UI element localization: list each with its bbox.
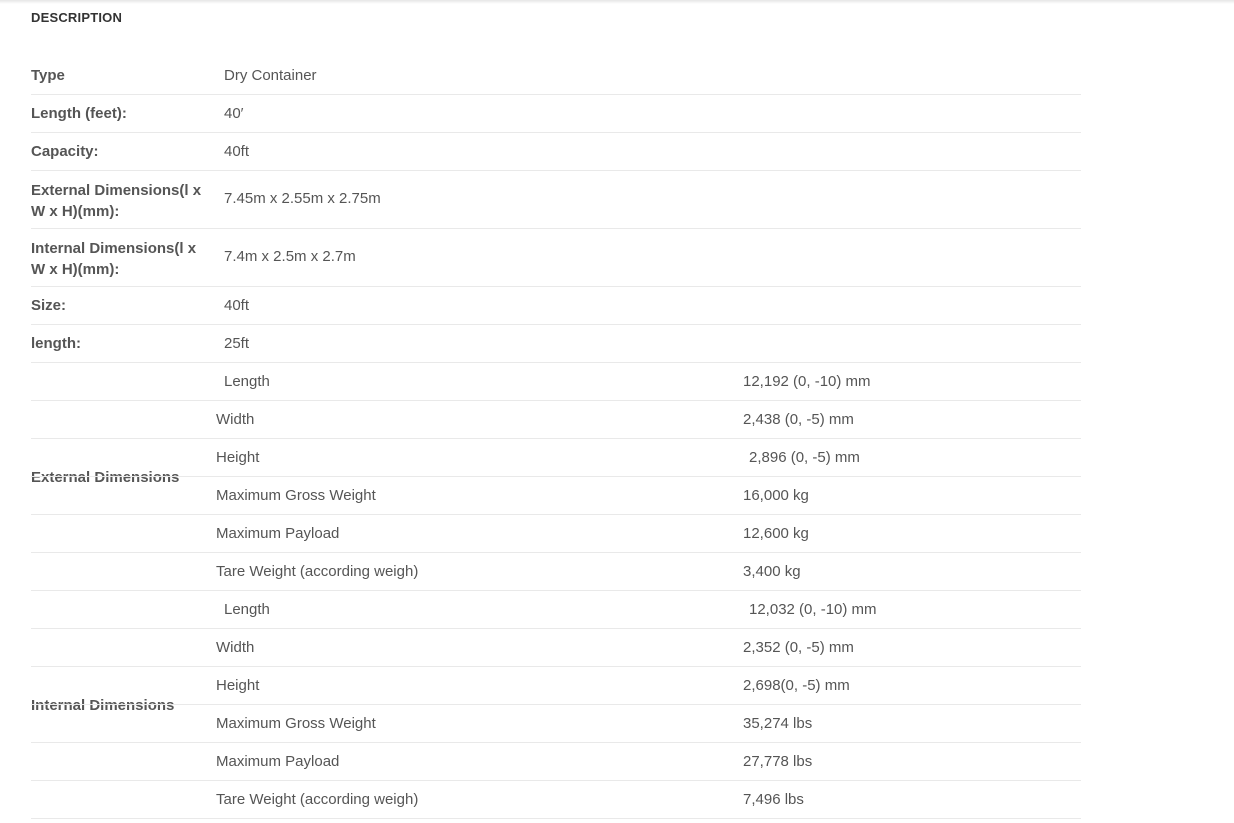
dimension-name: Length [224, 601, 270, 618]
dimension-name: Tare Weight (according weigh) [216, 791, 419, 808]
external-row-tare-weight: Tare Weight (according weigh) 3,400 kg [31, 553, 1081, 591]
spec-label: Internal Dimensions(l x W x H)(mm): [31, 240, 197, 278]
dimension-value: 12,032 (0, -10) mm [749, 601, 877, 618]
dimension-name: Maximum Payload [216, 525, 340, 542]
external-row-max-payload: Maximum Payload 12,600 kg [31, 515, 1081, 553]
spec-row-internal-dimensions: Internal Dimensions(l x W x H)(mm): 7.4m… [31, 229, 1081, 287]
description-tab-title[interactable]: DESCRIPTION [31, 10, 122, 25]
spec-value: Dry Container [224, 67, 317, 84]
spec-label: Capacity: [31, 143, 99, 160]
dimension-value: 2,698(0, -5) mm [743, 677, 850, 694]
external-row-width: Width 2,438 (0, -5) mm [31, 401, 1081, 439]
spec-value: 7.4m x 2.5m x 2.7m [224, 248, 356, 265]
external-row-height: Height 2,896 (0, -5) mm [31, 439, 1081, 477]
dimension-name: Maximum Gross Weight [216, 715, 376, 732]
dimension-name: Length [224, 373, 270, 390]
spec-value: 7.45m x 2.55m x 2.75m [224, 190, 381, 207]
dimension-value: 16,000 kg [743, 487, 809, 504]
spec-value: 40ft [224, 297, 250, 314]
spec-label: Type [31, 67, 65, 84]
dimension-name: Height [216, 677, 260, 694]
dimension-name: Tare Weight (according weigh) [216, 563, 419, 580]
dimension-name: Height [216, 449, 260, 466]
spec-row-external-dimensions: External Dimensions(l x W x H)(mm): 7.45… [31, 171, 1081, 229]
spec-value: 25ft [224, 335, 250, 352]
dimension-value: 2,896 (0, -5) mm [749, 449, 860, 466]
external-dimensions-group: External Dimensions Length 12,192 (0, -1… [31, 363, 1081, 591]
spec-row-length: length: 25ft [31, 325, 1081, 363]
dimension-value: 2,352 (0, -5) mm [743, 639, 854, 656]
dimension-value: 12,600 kg [743, 525, 809, 542]
spec-row-length-feet: Length (feet): 40′ [31, 95, 1081, 133]
dimension-value: 12,192 (0, -10) mm [743, 373, 871, 390]
dimension-name: Width [216, 411, 255, 428]
spec-value: 40ft [224, 143, 250, 160]
dimension-value: 7,496 lbs [743, 791, 804, 808]
spec-label: Length (feet): [31, 105, 127, 122]
spec-value: 40′ [224, 105, 244, 122]
dimension-name: Maximum Payload [216, 753, 340, 770]
dimension-value: 3,400 kg [743, 563, 801, 580]
dimension-value: 2,438 (0, -5) mm [743, 411, 854, 428]
internal-row-length: Length 12,032 (0, -10) mm [31, 591, 1081, 629]
spec-label: Size: [31, 297, 67, 314]
spec-row-capacity: Capacity: 40ft [31, 133, 1081, 171]
spec-label: length: [31, 335, 81, 352]
spec-row-size: Size: 40ft [31, 287, 1081, 325]
internal-row-width: Width 2,352 (0, -5) mm [31, 629, 1081, 667]
dimension-name: Width [216, 639, 255, 656]
top-divider [0, 0, 1234, 4]
external-row-max-gross-weight: Maximum Gross Weight 16,000 kg [31, 477, 1081, 515]
internal-dimensions-group: Internal Dimensions Length 12,032 (0, -1… [31, 591, 1081, 819]
internal-row-tare-weight: Tare Weight (according weigh) 7,496 lbs [31, 781, 1081, 819]
spec-label: External Dimensions(l x W x H)(mm): [31, 182, 202, 220]
internal-row-height: Height 2,698(0, -5) mm [31, 667, 1081, 705]
internal-row-max-payload: Maximum Payload 27,778 lbs [31, 743, 1081, 781]
dimension-value: 35,274 lbs [743, 715, 813, 732]
dimension-value: 27,778 lbs [743, 753, 813, 770]
internal-row-max-gross-weight: Maximum Gross Weight 35,274 lbs [31, 705, 1081, 743]
specifications-table: Type Dry Container Length (feet): 40′ Ca… [31, 57, 1081, 819]
dimension-name: Maximum Gross Weight [216, 487, 376, 504]
external-row-length: Length 12,192 (0, -10) mm [31, 363, 1081, 401]
spec-row-type: Type Dry Container [31, 57, 1081, 95]
